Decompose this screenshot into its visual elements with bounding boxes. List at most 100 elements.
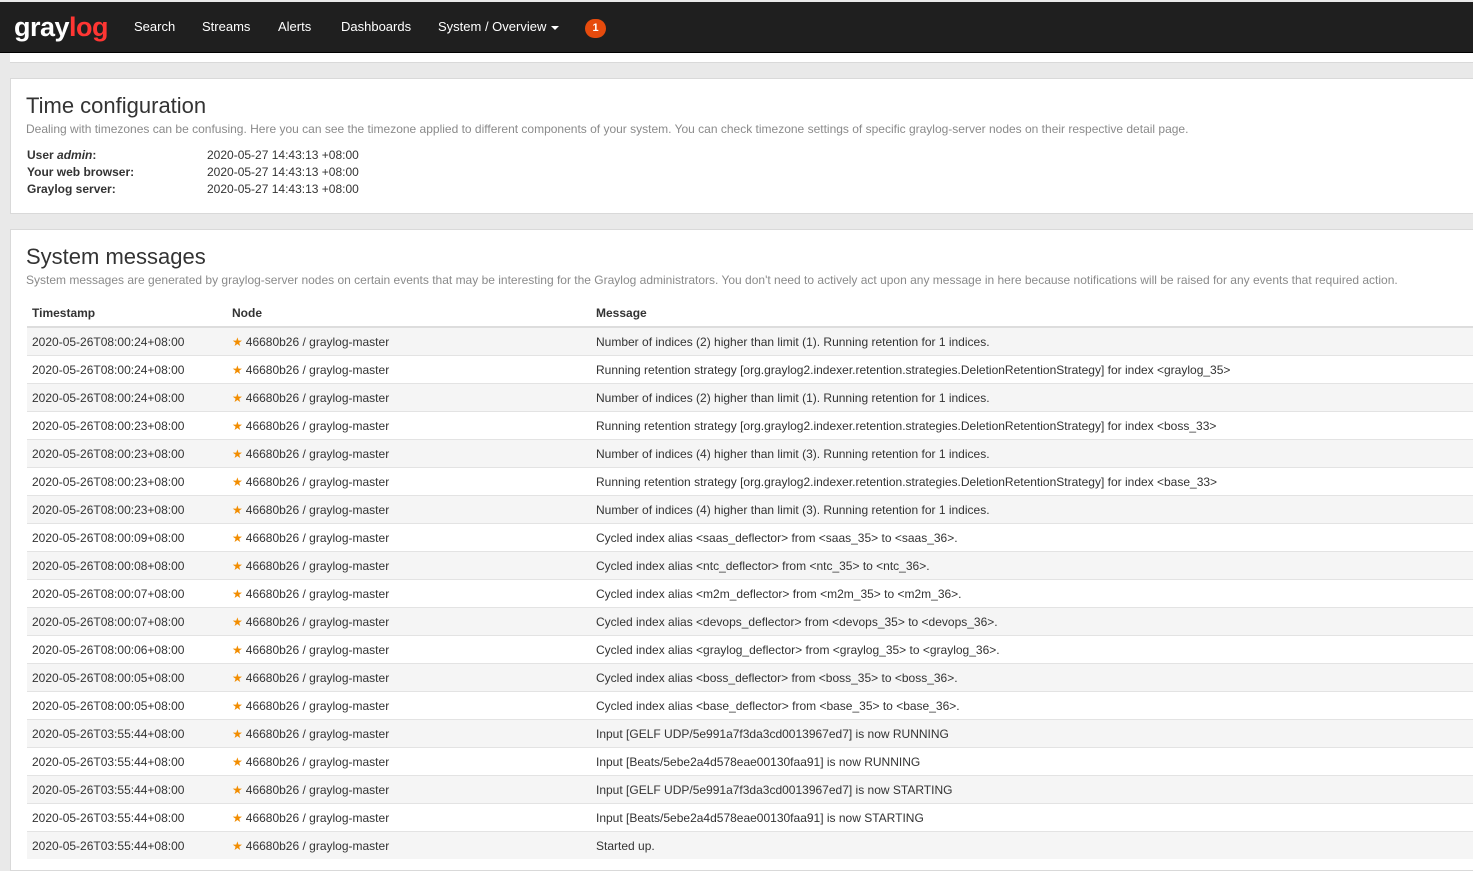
node-link[interactable]: 46680b26 / graylog-master xyxy=(246,447,389,461)
time-configuration-panel: Time configuration Dealing with timezone… xyxy=(10,78,1473,214)
message-node: ★ 46680b26 / graylog-master xyxy=(227,747,591,776)
table-row: 2020-05-26T08:00:23+08:00 ★ 46680b26 / gra… xyxy=(27,467,1473,496)
node-link[interactable]: 46680b26 / graylog-master xyxy=(246,419,389,433)
message-text: Input [GELF UDP/5e991a7f3da3cd0013967ed7… xyxy=(591,719,1473,748)
message-text: Started up. xyxy=(591,831,1473,859)
star-icon: ★ xyxy=(232,670,243,685)
message-text: Cycled index alias <base_deflector> from… xyxy=(591,691,1473,720)
message-node: ★ 46680b26 / graylog-master xyxy=(227,551,591,580)
message-timestamp: 2020-05-26T08:00:05+08:00 xyxy=(27,663,227,692)
message-node: ★ 46680b26 / graylog-master xyxy=(227,831,591,859)
star-icon: ★ xyxy=(232,474,243,489)
node-link[interactable]: 46680b26 / graylog-master xyxy=(246,643,389,657)
nav-system-dropdown[interactable]: System / Overview xyxy=(438,2,560,52)
message-timestamp: 2020-05-26T08:00:24+08:00 xyxy=(27,326,227,356)
message-timestamp: 2020-05-26T03:55:44+08:00 xyxy=(27,831,227,859)
nav-dashboards[interactable]: Dashboards xyxy=(341,2,411,52)
star-icon: ★ xyxy=(232,782,243,797)
message-timestamp: 2020-05-26T03:55:44+08:00 xyxy=(27,803,227,832)
browser-time-value: 2020-05-27 14:43:13 +08:00 xyxy=(207,165,359,179)
col-timestamp: Timestamp xyxy=(27,300,227,328)
message-node: ★ 46680b26 / graylog-master xyxy=(227,439,591,468)
table-row: 2020-05-26T08:00:23+08:00 ★ 46680b26 / gra… xyxy=(27,495,1473,524)
star-icon: ★ xyxy=(232,446,243,461)
node-link[interactable]: 46680b26 / graylog-master xyxy=(246,783,389,797)
message-node: ★ 46680b26 / graylog-master xyxy=(227,383,591,412)
star-icon: ★ xyxy=(232,418,243,433)
table-row: 2020-05-26T03:55:44+08:00 ★ 46680b26 / gra… xyxy=(27,775,1473,804)
user-time-label: User admin: xyxy=(27,148,97,162)
node-link[interactable]: 46680b26 / graylog-master xyxy=(246,615,389,629)
nav-search[interactable]: Search xyxy=(134,2,175,52)
node-link[interactable]: 46680b26 / graylog-master xyxy=(246,671,389,685)
user-time-value: 2020-05-27 14:43:13 +08:00 xyxy=(207,148,359,162)
table-row: 2020-05-26T03:55:44+08:00 ★ 46680b26 / gra… xyxy=(27,803,1473,832)
star-icon: ★ xyxy=(232,390,243,405)
table-row: 2020-05-26T03:55:44+08:00 ★ 46680b26 / gra… xyxy=(27,719,1473,748)
node-link[interactable]: 46680b26 / graylog-master xyxy=(246,839,389,853)
message-node: ★ 46680b26 / graylog-master xyxy=(227,803,591,832)
node-link[interactable]: 46680b26 / graylog-master xyxy=(246,727,389,741)
system-messages-title: System messages xyxy=(26,244,206,269)
table-row: 2020-05-26T08:00:07+08:00 ★ 46680b26 / gra… xyxy=(27,579,1473,608)
notification-badge[interactable]: 1 xyxy=(585,19,606,38)
star-icon: ★ xyxy=(232,334,243,349)
star-icon: ★ xyxy=(232,642,243,657)
table-row: 2020-05-26T03:55:44+08:00 ★ 46680b26 / gra… xyxy=(27,831,1473,859)
table-row: 2020-05-26T08:00:23+08:00 ★ 46680b26 / gra… xyxy=(27,411,1473,440)
message-node: ★ 46680b26 / graylog-master xyxy=(227,326,591,356)
node-link[interactable]: 46680b26 / graylog-master xyxy=(246,755,389,769)
message-text: Running retention strategy [org.graylog2… xyxy=(591,355,1473,384)
message-timestamp: 2020-05-26T03:55:44+08:00 xyxy=(27,775,227,804)
star-icon: ★ xyxy=(232,586,243,601)
message-timestamp: 2020-05-26T08:00:24+08:00 xyxy=(27,355,227,384)
node-link[interactable]: 46680b26 / graylog-master xyxy=(246,559,389,573)
message-timestamp: 2020-05-26T08:00:08+08:00 xyxy=(27,551,227,580)
table-row: 2020-05-26T08:00:24+08:00 ★ 46680b26 / gra… xyxy=(27,383,1473,412)
star-icon: ★ xyxy=(232,614,243,629)
message-node: ★ 46680b26 / graylog-master xyxy=(227,691,591,720)
previous-panel-edge xyxy=(10,53,1473,63)
message-text: Cycled index alias <saas_deflector> from… xyxy=(591,523,1473,552)
col-node: Node xyxy=(227,300,591,328)
system-messages-description: System messages are generated by graylog… xyxy=(26,273,1398,287)
server-time-value: 2020-05-27 14:43:13 +08:00 xyxy=(207,182,359,196)
star-icon: ★ xyxy=(232,838,243,853)
star-icon: ★ xyxy=(232,530,243,545)
table-row: 2020-05-26T08:00:05+08:00 ★ 46680b26 / gra… xyxy=(27,663,1473,692)
user-name: admin xyxy=(57,148,93,162)
message-text: Input [Beats/5ebe2a4d578eae00130faa91] i… xyxy=(591,747,1473,776)
message-node: ★ 46680b26 / graylog-master xyxy=(227,719,591,748)
node-link[interactable]: 46680b26 / graylog-master xyxy=(246,363,389,377)
nav-streams[interactable]: Streams xyxy=(202,2,250,52)
nav-system-label: System / Overview xyxy=(438,19,547,34)
col-message: Message xyxy=(591,300,1473,328)
message-node: ★ 46680b26 / graylog-master xyxy=(227,355,591,384)
message-text: Number of indices (4) higher than limit … xyxy=(591,495,1473,524)
node-link[interactable]: 46680b26 / graylog-master xyxy=(246,335,389,349)
message-node: ★ 46680b26 / graylog-master xyxy=(227,467,591,496)
node-link[interactable]: 46680b26 / graylog-master xyxy=(246,699,389,713)
message-text: Running retention strategy [org.graylog2… xyxy=(591,411,1473,440)
message-timestamp: 2020-05-26T08:00:09+08:00 xyxy=(27,523,227,552)
node-link[interactable]: 46680b26 / graylog-master xyxy=(246,531,389,545)
node-link[interactable]: 46680b26 / graylog-master xyxy=(246,391,389,405)
node-link[interactable]: 46680b26 / graylog-master xyxy=(246,587,389,601)
star-icon: ★ xyxy=(232,810,243,825)
star-icon: ★ xyxy=(232,698,243,713)
logo-text-gray: gray xyxy=(14,12,70,42)
node-link[interactable]: 46680b26 / graylog-master xyxy=(246,503,389,517)
node-link[interactable]: 46680b26 / graylog-master xyxy=(246,475,389,489)
star-icon: ★ xyxy=(232,362,243,377)
message-node: ★ 46680b26 / graylog-master xyxy=(227,495,591,524)
message-node: ★ 46680b26 / graylog-master xyxy=(227,579,591,608)
message-node: ★ 46680b26 / graylog-master xyxy=(227,411,591,440)
graylog-logo[interactable]: graylog xyxy=(14,10,109,44)
system-messages-table: Timestamp Node Message 2020-05-26T08:00:… xyxy=(27,300,1473,859)
node-link[interactable]: 46680b26 / graylog-master xyxy=(246,811,389,825)
message-timestamp: 2020-05-26T03:55:44+08:00 xyxy=(27,747,227,776)
system-messages-panel: System messages System messages are gene… xyxy=(10,229,1473,871)
table-row: 2020-05-26T03:55:44+08:00 ★ 46680b26 / gra… xyxy=(27,747,1473,776)
nav-alerts[interactable]: Alerts xyxy=(278,2,311,52)
message-timestamp: 2020-05-26T08:00:23+08:00 xyxy=(27,439,227,468)
